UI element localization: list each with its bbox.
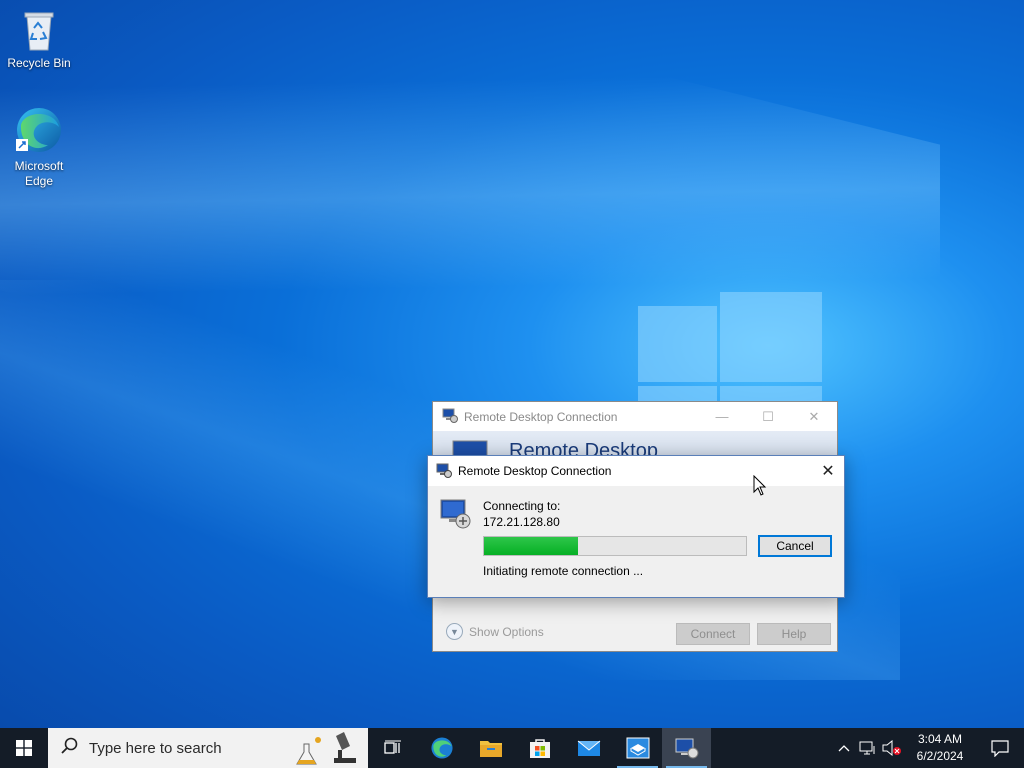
chevron-down-icon: ▼ — [446, 623, 463, 640]
edge-icon — [430, 737, 453, 759]
network-button[interactable] — [856, 728, 880, 768]
start-button[interactable] — [0, 728, 48, 768]
remote-desktop-icon — [436, 462, 452, 481]
host-address: 172.21.128.80 — [483, 515, 560, 529]
windows-start-icon — [16, 740, 32, 756]
close-button[interactable]: ✕ — [812, 456, 844, 486]
connection-progress-bar — [483, 536, 747, 556]
dialog-title: Remote Desktop Connection — [458, 464, 612, 478]
connecting-label: Connecting to: — [483, 499, 561, 513]
desktop-icon-label: Recycle Bin — [7, 56, 71, 70]
microsoft-store-icon — [529, 739, 550, 758]
connecting-dialog[interactable]: Remote Desktop Connection ✕ Connecting t… — [427, 455, 845, 598]
action-center-button[interactable] — [976, 728, 1024, 768]
notification-icon — [991, 740, 1009, 757]
desktop-icon-label: Microsoft Edge — [14, 159, 64, 188]
sandbox-icon — [626, 737, 649, 759]
minimize-button[interactable]: — — [699, 402, 745, 431]
taskbar-search-box[interactable]: Type here to search — [48, 728, 368, 768]
file-explorer-icon — [479, 741, 502, 757]
task-view-icon — [383, 740, 401, 754]
science-lab-search-highlight-icon — [296, 730, 362, 768]
progress-fill — [484, 537, 579, 555]
window-title: Remote Desktop Connection — [464, 409, 618, 424]
help-button[interactable]: Help — [757, 623, 831, 645]
mail-icon — [577, 740, 600, 756]
maximize-button[interactable]: ☐ — [745, 402, 791, 431]
taskbar-remote-desktop-button[interactable] — [662, 728, 711, 768]
search-placeholder: Type here to search — [89, 739, 222, 757]
close-button[interactable]: ✕ — [791, 402, 837, 431]
taskbar-clock[interactable]: 3:04 AM 6/2/2024 — [904, 731, 976, 765]
status-text: Initiating remote connection ... — [483, 564, 644, 578]
task-view-button[interactable] — [368, 728, 417, 768]
clock-date: 6/2/2024 — [916, 749, 964, 763]
edge-icon — [14, 105, 64, 155]
network-icon — [859, 741, 875, 755]
taskbar-store-button[interactable] — [515, 728, 564, 768]
remote-desktop-icon — [442, 407, 458, 426]
volume-muted-icon — [882, 740, 901, 756]
taskbar-mail-button[interactable] — [564, 728, 613, 768]
rdc-banner: Remote Desktop — [433, 431, 837, 458]
taskbar-file-explorer-button[interactable] — [466, 728, 515, 768]
mouse-cursor-icon — [753, 474, 767, 500]
chevron-up-icon — [838, 745, 850, 752]
remote-computer-icon — [439, 497, 473, 534]
show-options-label: Show Options — [469, 624, 544, 639]
recycle-bin-icon — [19, 8, 59, 52]
taskbar-edge-button[interactable] — [417, 728, 466, 768]
taskbar-sandbox-button[interactable] — [613, 728, 662, 768]
system-tray: 3:04 AM 6/2/2024 — [832, 728, 1024, 768]
remote-desktop-icon — [675, 738, 698, 759]
search-icon — [61, 737, 79, 759]
dialog-titlebar[interactable]: Remote Desktop Connection ✕ — [428, 456, 844, 486]
rdc-main-titlebar[interactable]: Remote Desktop Connection — ☐ ✕ — [433, 402, 837, 431]
show-options-button[interactable]: ▼ Show Options — [446, 623, 544, 640]
desktop-icon-edge[interactable]: Microsoft Edge — [1, 105, 77, 189]
cancel-button[interactable]: Cancel — [758, 535, 832, 557]
connect-button[interactable]: Connect — [676, 623, 750, 645]
desktop-icon-recycle-bin[interactable]: Recycle Bin — [1, 8, 77, 71]
volume-button[interactable] — [880, 728, 904, 768]
taskbar: Type here to search 3:04 AM 6/2/2024 — [0, 728, 1024, 768]
show-hidden-icons-button[interactable] — [832, 728, 856, 768]
clock-time: 3:04 AM — [917, 732, 963, 746]
windows-logo-wallpaper — [636, 290, 826, 410]
